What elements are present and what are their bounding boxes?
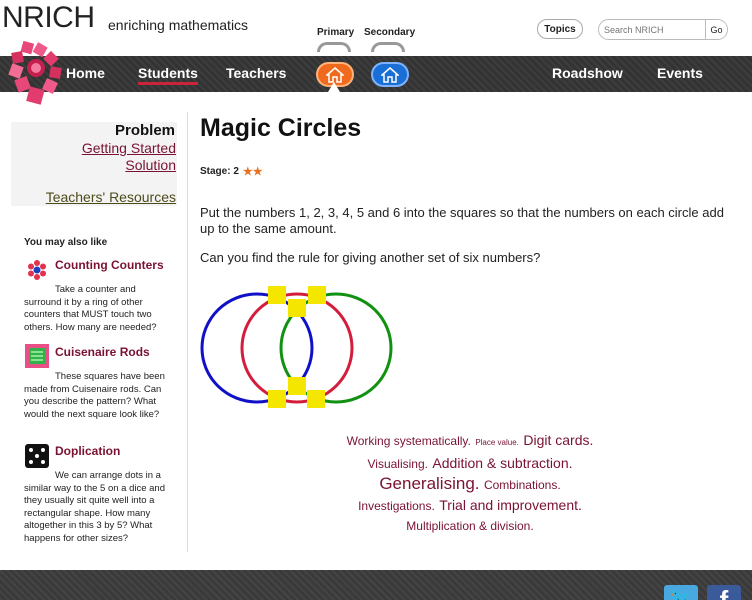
home-icon [326, 66, 344, 83]
page-title: Magic Circles [200, 114, 362, 142]
getting-started-link[interactable]: Getting Started [82, 140, 176, 156]
primary-arc [317, 42, 351, 52]
square-bottom-left [268, 390, 286, 408]
dots-icon[interactable] [25, 444, 49, 468]
secondary-arc [371, 42, 405, 52]
twitter-icon[interactable]: 🐦 [664, 585, 698, 600]
home-icon [381, 66, 399, 83]
topics-button[interactable]: Topics [537, 19, 583, 39]
main-navbar: Home Students Teachers Roadshow Events [0, 56, 752, 92]
tag-line: Multiplication & division. [300, 516, 640, 536]
tag-line: Investigations. Trial and improvement. [300, 495, 640, 516]
problem-text-1: Put the numbers 1, 2, 3, 4, 5 and 6 into… [200, 205, 724, 236]
brand-tagline: enriching mathematics [108, 17, 249, 33]
topic-tag[interactable]: Digit cards. [523, 432, 593, 448]
topic-tag[interactable]: Multiplication & division. [406, 519, 533, 533]
brand-name[interactable]: NRICH [2, 1, 95, 35]
problem-nav-box: Problem Getting Started Solution Teacher… [11, 122, 177, 206]
footer-bar [0, 570, 752, 600]
stage-stars: ★★ [242, 166, 263, 178]
cuisenaire-icon[interactable] [25, 344, 49, 368]
stage-label: Stage: 2 [200, 166, 239, 177]
tag-line: Generalising. Combinations. [300, 474, 640, 495]
stage-indicator: Stage: 2 ★★ [200, 165, 263, 178]
search-go-button[interactable]: Go [705, 20, 727, 39]
topic-tag[interactable]: Trial and improvement. [439, 497, 582, 513]
teachers-resources-link[interactable]: Teachers' Resources [46, 189, 176, 205]
square-top-right [308, 286, 326, 304]
related-desc-cuisenaire-rods: These squares have been made from Cuisen… [24, 371, 165, 420]
tag-line: Working systematically. Place value. Dig… [300, 430, 640, 453]
topic-tag[interactable]: Place value. [475, 438, 519, 447]
footer-texture [0, 570, 752, 600]
square-top-left [268, 286, 286, 304]
related-desc-counting-counters: Take a counter and surround it by a ring… [24, 284, 157, 333]
topic-tag[interactable]: Addition & subtraction. [432, 455, 572, 471]
square-bottom-right [307, 390, 325, 408]
topic-tag[interactable]: Working systematically. [347, 434, 471, 448]
counters-icon[interactable] [25, 258, 49, 282]
related-title-cuisenaire-rods[interactable]: Cuisenaire Rods [55, 345, 150, 359]
nav-events[interactable]: Events [657, 65, 703, 81]
topic-tag[interactable]: Investigations. [358, 499, 435, 513]
search-box: Go [598, 19, 728, 40]
topic-tag[interactable]: Visualising. [367, 457, 427, 471]
solution-link[interactable]: Solution [125, 157, 176, 173]
related-desc-doplication: We can arrange dots in a similar way to … [24, 470, 165, 544]
secondary-home-button[interactable] [371, 62, 409, 87]
search-input[interactable] [599, 20, 705, 39]
facebook-icon[interactable]: f [707, 585, 741, 600]
nav-roadshow[interactable]: Roadshow [552, 65, 623, 81]
topic-tag[interactable]: Generalising. [379, 474, 479, 493]
problem-heading: Problem [114, 122, 175, 139]
square-bottom-middle [288, 377, 306, 395]
nav-home[interactable]: Home [66, 65, 105, 81]
related-title-doplication[interactable]: Doplication [55, 444, 120, 458]
nav-teachers[interactable]: Teachers [226, 65, 286, 81]
problem-text-2: Can you find the rule for giving another… [200, 250, 541, 265]
topic-tag[interactable]: Combinations. [484, 478, 561, 492]
nrich-logo[interactable] [8, 40, 64, 112]
sidebar-divider [187, 112, 188, 552]
nav-pointer [328, 82, 340, 92]
magic-circles-diagram [200, 286, 393, 408]
primary-label: Primary [317, 27, 355, 38]
also-like-heading: You may also like [24, 237, 108, 248]
square-top-middle [288, 299, 306, 317]
tag-line: Visualising. Addition & subtraction. [300, 453, 640, 474]
secondary-label: Secondary [364, 27, 416, 38]
topic-tags: Working systematically. Place value. Dig… [300, 430, 640, 536]
related-title-counting-counters[interactable]: Counting Counters [55, 258, 164, 272]
nav-students[interactable]: Students [138, 65, 198, 85]
